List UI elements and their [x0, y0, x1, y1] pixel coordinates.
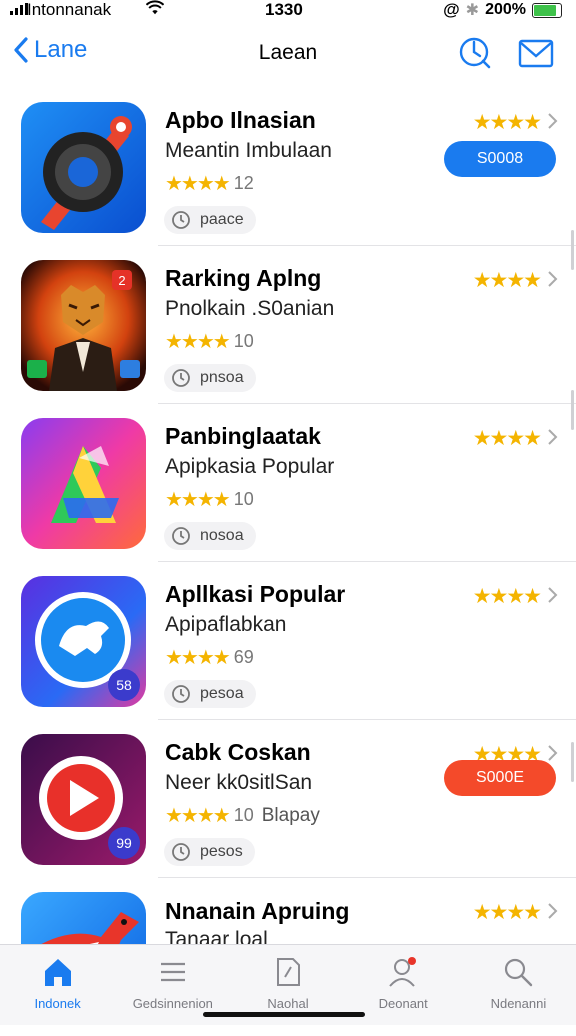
battery-percent: 200% — [485, 1, 526, 18]
tab-label: Gedsinnenion — [132, 996, 213, 1011]
refresh-icon — [172, 843, 190, 861]
refresh-icon — [172, 527, 190, 545]
app-chip[interactable]: pesoa — [164, 680, 256, 708]
search-icon — [505, 958, 533, 987]
rating-count: 69 — [233, 647, 254, 667]
battery-icon — [532, 2, 562, 18]
rating-stars: ★★★★ — [165, 805, 231, 827]
rating-count: 10 — [233, 489, 254, 509]
chip-label: pesos — [200, 843, 243, 860]
chevron-right-icon[interactable] — [546, 270, 558, 288]
bluetooth-icon: ✱ — [465, 2, 480, 19]
tab-label: Deonant — [378, 996, 428, 1011]
tab-home[interactable]: Indonek — [0, 945, 115, 1025]
rating-stars: ★★★★ — [165, 331, 231, 353]
refresh-icon — [172, 211, 190, 229]
rating-count: 10 — [233, 805, 254, 825]
chevron-right-icon[interactable] — [546, 586, 558, 604]
clock: 1330 — [265, 0, 303, 19]
rating-stars-right: ★★★★ — [472, 427, 542, 450]
app-rating: ★★★★ 69 — [165, 645, 254, 670]
rating-count: 10 — [233, 331, 254, 351]
app-name: Apbo Ilnasian — [165, 107, 316, 133]
rating-extra: Blapay — [261, 804, 320, 826]
notification-badge: 58 — [108, 669, 140, 701]
list-icon — [160, 962, 185, 982]
list-item[interactable]: 58 Apllkasi Popular Apipaflabkan ★★★★ 69… — [0, 562, 576, 720]
mail-icon[interactable] — [518, 36, 554, 72]
list-item[interactable]: Apbo Ilnasian Meantin Imbulaan ★★★★ 12 p… — [0, 88, 576, 246]
signal-icon — [10, 3, 28, 15]
app-name: Panbinglaatak — [165, 423, 321, 449]
tab-label: Indonek — [34, 996, 81, 1011]
home-icon — [44, 959, 71, 986]
document-icon — [277, 958, 300, 986]
app-rating: ★★★★ 12 — [165, 171, 254, 196]
camera-lens-icon[interactable] — [21, 102, 146, 233]
chip-label: nosoa — [200, 527, 244, 544]
app-subtitle: Pnolkain .S0anian — [165, 297, 335, 320]
app-chip[interactable]: pnsoa — [164, 364, 256, 392]
list-item[interactable]: 2 Rarking Aplng Pnolkain .S0anian ★★★★ 1… — [0, 246, 576, 404]
rating-stars-right: ★★★★ — [472, 901, 542, 924]
app-rating: ★★★★ 10 Blapay — [165, 803, 320, 828]
rating-stars-right: ★★★★ — [472, 585, 542, 608]
notification-badge: 99 — [108, 827, 140, 859]
rating-count: 12 — [233, 173, 254, 193]
chevron-right-icon[interactable] — [546, 428, 558, 446]
app-chip[interactable]: nosoa — [164, 522, 256, 550]
app-subtitle: Meantin Imbulaan — [165, 139, 332, 162]
person-icon — [389, 957, 417, 987]
search-icon[interactable] — [457, 36, 493, 72]
app-rating: ★★★★ 10 — [165, 329, 254, 354]
wifi-icon — [146, 0, 164, 15]
refresh-icon — [172, 685, 190, 703]
app-subtitle: Apipkasia Popular — [165, 455, 335, 478]
chevron-right-icon[interactable] — [546, 112, 558, 130]
play-button-icon[interactable]: 99 — [21, 734, 146, 865]
list-item[interactable]: 99 Cabk Coskan Neer kk0sitlSan ★★★★ 10 B… — [0, 720, 576, 878]
app-name: Apllkasi Popular — [165, 581, 346, 607]
home-indicator — [203, 1012, 365, 1017]
tab-label: Naohal — [267, 996, 309, 1011]
at-icon: @ — [443, 0, 460, 19]
rating-stars-right: ★★★★ — [472, 111, 542, 134]
tab-search[interactable]: Ndenanni — [461, 945, 576, 1025]
chip-label: paace — [200, 211, 244, 228]
gradient-a-icon[interactable] — [21, 418, 146, 549]
chevron-right-icon[interactable] — [546, 744, 558, 762]
rating-stars: ★★★★ — [165, 173, 231, 195]
app-chip[interactable]: paace — [164, 206, 256, 234]
rating-stars: ★★★★ — [165, 647, 231, 669]
scrollbar[interactable] — [571, 742, 574, 782]
scrollbar[interactable] — [571, 230, 574, 270]
scrollbar[interactable] — [571, 390, 574, 430]
app-name: Nnanain Apruing — [165, 898, 350, 924]
app-name: Rarking Aplng — [165, 265, 322, 291]
app-chip[interactable]: pesos — [164, 838, 255, 866]
app-rating: ★★★★ 10 — [165, 487, 254, 512]
rating-stars-right: ★★★★ — [472, 269, 542, 292]
chip-label: pnsoa — [200, 369, 244, 386]
status-bar: Intonnanak 1330 @ ✱ 200% — [0, 0, 576, 22]
refresh-icon — [172, 369, 190, 387]
notification-badge: 2 — [112, 270, 132, 290]
lion-circle-icon[interactable]: 58 — [21, 576, 146, 707]
tiger-game-icon[interactable]: 2 — [21, 260, 146, 391]
carrier-name: Intonnanak — [27, 0, 112, 19]
chip-label: pesoa — [200, 685, 244, 702]
chevron-right-icon[interactable] — [546, 902, 558, 920]
tab-label: Ndenanni — [490, 996, 547, 1011]
list-item[interactable]: Panbinglaatak Apipkasia Popular ★★★★ 10 … — [0, 404, 576, 562]
get-button[interactable]: S000E — [444, 760, 556, 796]
app-subtitle: Apipaflabkan — [165, 613, 287, 636]
app-name: Cabk Coskan — [165, 739, 311, 765]
app-list: Apbo Ilnasian Meantin Imbulaan ★★★★ 12 p… — [0, 88, 576, 1036]
status-right: @ ✱ 200% — [443, 0, 562, 20]
navigation-bar: Lane Laean — [0, 22, 576, 88]
rating-stars: ★★★★ — [165, 489, 231, 511]
app-subtitle: Neer kk0sitlSan — [165, 771, 313, 794]
get-button[interactable]: S0008 — [444, 141, 556, 177]
